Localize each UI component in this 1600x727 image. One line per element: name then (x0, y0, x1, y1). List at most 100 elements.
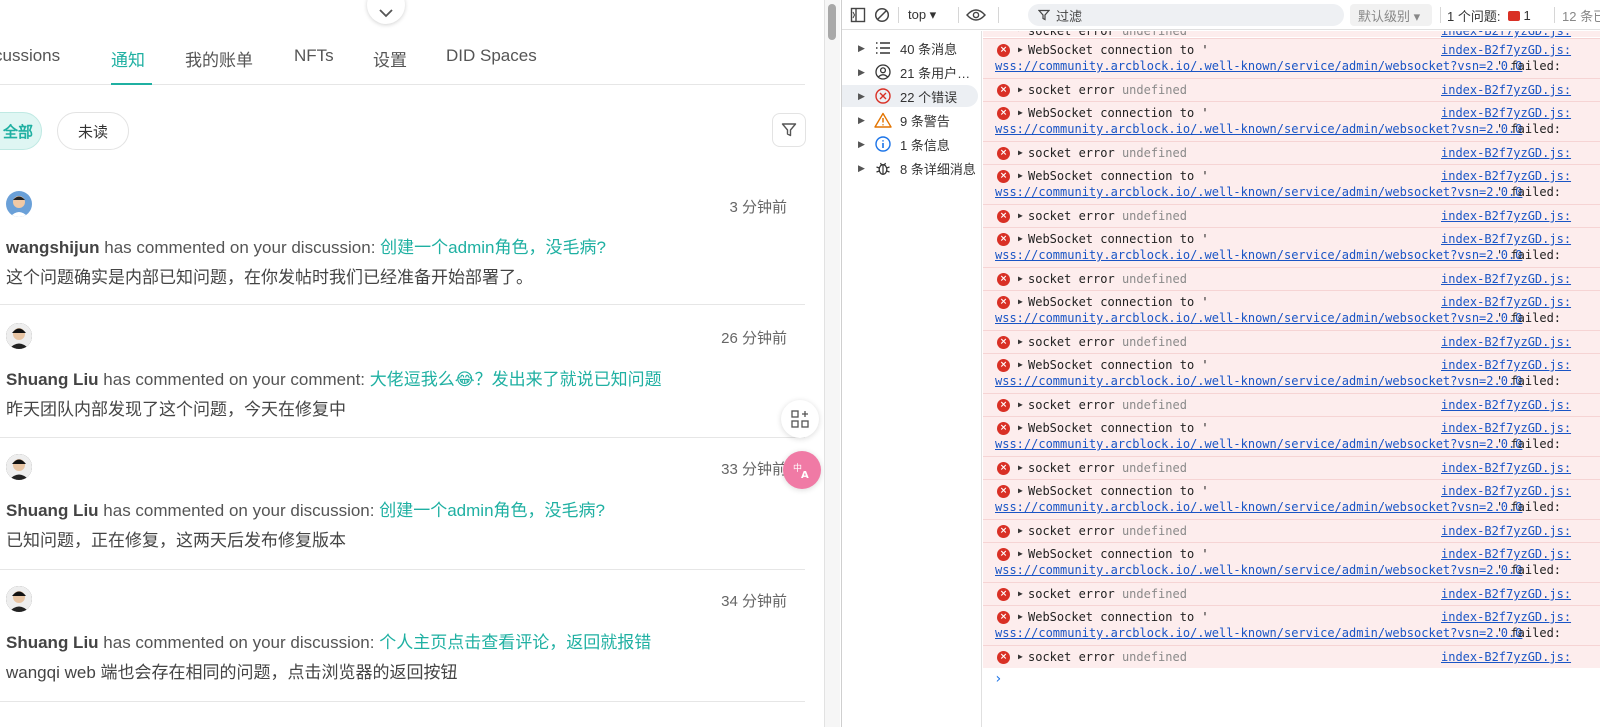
source-link[interactable]: index-B2f7yzGD.js: (1441, 106, 1571, 120)
expand-triangle-icon[interactable]: ▶ (1018, 234, 1023, 243)
expand-triangle-icon[interactable]: ▶ (1018, 274, 1023, 283)
source-link[interactable]: index-B2f7yzGD.js: (1441, 358, 1571, 372)
console-error-row[interactable]: × ▶ WebSocket connection to ' index-B2f7yzG… (983, 164, 1600, 204)
expand-triangle-icon[interactable]: ▶ (1018, 360, 1023, 369)
notification-item[interactable]: 3 分钟前 wangshijun has commented on your d… (0, 172, 805, 305)
console-error-row[interactable]: × ▶ WebSocket connection to ' index-B2f7yzG… (983, 542, 1600, 582)
websocket-url-link[interactable]: wss://community.arcblock.io/.well-known/… (995, 626, 1522, 640)
notification-title-link[interactable]: 个人主页点击查看评论，返回就报错 (379, 633, 651, 652)
websocket-url-link[interactable]: wss://community.arcblock.io/.well-known/… (995, 374, 1522, 388)
expand-triangle-icon[interactable]: ▶ (1018, 423, 1023, 432)
expand-triangle-icon[interactable]: ▶ (1018, 297, 1023, 306)
websocket-url-link[interactable]: wss://community.arcblock.io/.well-known/… (995, 563, 1522, 577)
console-error-row[interactable]: × ▶ socket error undefined index-B2f7yzGD.j… (983, 204, 1600, 227)
context-selector[interactable]: top ▾ (908, 0, 936, 30)
source-link[interactable]: index-B2f7yzGD.js: (1441, 610, 1571, 624)
console-error-row[interactable]: × ▶ WebSocket connection to ' index-B2f7yzG… (983, 353, 1600, 393)
websocket-url-link[interactable]: wss://community.arcblock.io/.well-known/… (995, 185, 1522, 199)
expand-triangle-icon[interactable]: ▶ (1018, 171, 1023, 180)
expand-triangle-icon[interactable]: ▶ (1018, 211, 1023, 220)
source-link[interactable]: index-B2f7yzGD.js: (1441, 461, 1571, 475)
expand-triangle-icon[interactable]: ▶ (1018, 549, 1023, 558)
console-error-row[interactable]: × ▶ WebSocket connection to ' index-B2f7yzG… (983, 227, 1600, 267)
tab-discussions[interactable]: cussions (0, 46, 60, 66)
console-error-row[interactable]: × ▶ WebSocket connection to ' index-B2f7yzG… (983, 605, 1600, 645)
tab-nfts[interactable]: NFTs (294, 46, 334, 66)
source-link[interactable]: index-B2f7yzGD.js: (1441, 421, 1571, 435)
issues-button[interactable]: 1 个问题: 1 (1447, 0, 1531, 30)
toggle-sidebar-button[interactable] (850, 0, 866, 30)
filter-all-chip[interactable]: 全部 (0, 112, 42, 150)
source-link[interactable]: index-B2f7yzGD.js: (1441, 232, 1571, 246)
console-error-row[interactable]: × ▶ WebSocket connection to ' index-B2f7yzG… (983, 38, 1600, 78)
avatar[interactable] (6, 191, 32, 217)
sidebar-item-errors[interactable]: ▶ 22 个错误 (842, 85, 978, 107)
log-level-dropdown[interactable]: 默认级别 ▾ (1350, 4, 1432, 26)
notification-title-link[interactable]: 创建一个admin角色，没毛病? (380, 238, 606, 257)
notification-user[interactable]: wangshijun (6, 238, 100, 257)
source-link[interactable]: index-B2f7yzGD.js: (1441, 209, 1571, 223)
source-link[interactable]: index-B2f7yzGD.js: (1441, 146, 1571, 160)
expand-triangle-icon[interactable]: ▶ (1018, 45, 1023, 54)
source-link[interactable]: index-B2f7yzGD.js: (1441, 295, 1571, 309)
source-link[interactable]: index-B2f7yzGD.js: (1441, 169, 1571, 183)
source-link[interactable]: index-B2f7yzGD.js: (1441, 484, 1571, 498)
expand-triangle-icon[interactable]: ▶ (1018, 400, 1023, 409)
websocket-url-link[interactable]: wss://community.arcblock.io/.well-known/… (995, 500, 1522, 514)
source-link[interactable]: index-B2f7yzGD.js: (1441, 43, 1571, 57)
translate-button[interactable]: 中A (783, 451, 821, 489)
console-filter-input[interactable]: 过滤 (1028, 4, 1344, 26)
page-scrollbar[interactable] (824, 0, 840, 727)
expand-triangle-icon[interactable]: ▶ (1018, 463, 1023, 472)
notification-user[interactable]: Shuang Liu (6, 370, 99, 389)
websocket-url-link[interactable]: wss://community.arcblock.io/.well-known/… (995, 311, 1522, 325)
websocket-url-link[interactable]: wss://community.arcblock.io/.well-known/… (995, 248, 1522, 262)
filter-unread-chip[interactable]: 未读 (57, 112, 129, 150)
console-error-row[interactable]: × ▶ WebSocket connection to ' index-B2f7yzG… (983, 416, 1600, 456)
apps-button[interactable] (781, 400, 819, 438)
console-error-row[interactable]: × ▶ socket error undefined index-B2f7yzGD.j… (983, 78, 1600, 101)
notification-user[interactable]: Shuang Liu (6, 501, 99, 520)
source-link[interactable]: index-B2f7yzGD.js: (1441, 587, 1571, 601)
console-error-row[interactable]: × ▶ socket error undefined index-B2f7yzGD.j… (983, 645, 1600, 668)
notification-item[interactable]: 26 分钟前 Shuang Liu has commented on your … (0, 305, 805, 438)
console-error-row[interactable]: × ▶ socket error undefined index-B2f7yzGD.j… (983, 456, 1600, 479)
tab-settings[interactable]: 设置 (373, 46, 407, 71)
source-link[interactable]: index-B2f7yzGD.js: (1441, 650, 1571, 664)
console-error-row[interactable]: × ▶ WebSocket connection to ' index-B2f7yzG… (983, 101, 1600, 141)
console-error-row[interactable]: ▶ socket error undefined index-B2f7yzGD.… (983, 31, 1600, 38)
expand-triangle-icon[interactable]: ▶ (1018, 108, 1023, 117)
source-link[interactable]: index-B2f7yzGD.js: (1441, 547, 1571, 561)
live-expression-button[interactable] (966, 0, 986, 30)
source-link[interactable]: index-B2f7yzGD.js: (1441, 272, 1571, 286)
clear-console-button[interactable] (874, 0, 890, 30)
source-link[interactable]: index-B2f7yzGD.js: (1441, 31, 1571, 38)
avatar[interactable] (6, 323, 32, 349)
expand-triangle-icon[interactable]: ▶ (1018, 337, 1023, 346)
expand-triangle-icon[interactable]: ▶ (1018, 612, 1023, 621)
expand-triangle-icon[interactable]: ▶ (1018, 652, 1023, 661)
source-link[interactable]: index-B2f7yzGD.js: (1441, 524, 1571, 538)
console-error-row[interactable]: × ▶ socket error undefined index-B2f7yzGD.j… (983, 330, 1600, 353)
expand-triangle-icon[interactable]: ▶ (1018, 526, 1023, 535)
sidebar-item-info[interactable]: ▶ 1 条信息 (842, 133, 982, 155)
source-link[interactable]: index-B2f7yzGD.js: (1441, 83, 1571, 97)
console-error-row[interactable]: × ▶ WebSocket connection to ' index-B2f7yzG… (983, 479, 1600, 519)
sidebar-item-user-messages[interactable]: ▶ 21 条用户消息 (842, 61, 982, 83)
websocket-url-link[interactable]: wss://community.arcblock.io/.well-known/… (995, 122, 1522, 136)
filter-button[interactable] (772, 113, 806, 147)
console-error-row[interactable]: × ▶ socket error undefined index-B2f7yzGD.j… (983, 519, 1600, 542)
source-link[interactable]: index-B2f7yzGD.js: (1441, 335, 1571, 349)
console-error-row[interactable]: × ▶ WebSocket connection to ' index-B2f7yzG… (983, 290, 1600, 330)
tab-did-spaces[interactable]: DID Spaces (446, 46, 537, 66)
tab-my-bills[interactable]: 我的账单 (185, 46, 253, 71)
avatar[interactable] (6, 586, 32, 612)
sidebar-item-messages[interactable]: ▶ 40 条消息 (842, 37, 982, 59)
sidebar-item-verbose[interactable]: ▶ 8 条详细消息 (842, 157, 982, 179)
websocket-url-link[interactable]: wss://community.arcblock.io/.well-known/… (995, 437, 1522, 451)
notification-item[interactable]: 34 分钟前 Shuang Liu has commented on your … (0, 569, 805, 702)
console-error-row[interactable]: × ▶ socket error undefined index-B2f7yzGD.j… (983, 582, 1600, 605)
page-scrollbar-thumb[interactable] (828, 4, 836, 40)
console-error-row[interactable]: × ▶ socket error undefined index-B2f7yzGD.j… (983, 393, 1600, 416)
notification-title-link[interactable]: 大佬逗我么😂？发出来了就说已知问题 (370, 370, 662, 389)
